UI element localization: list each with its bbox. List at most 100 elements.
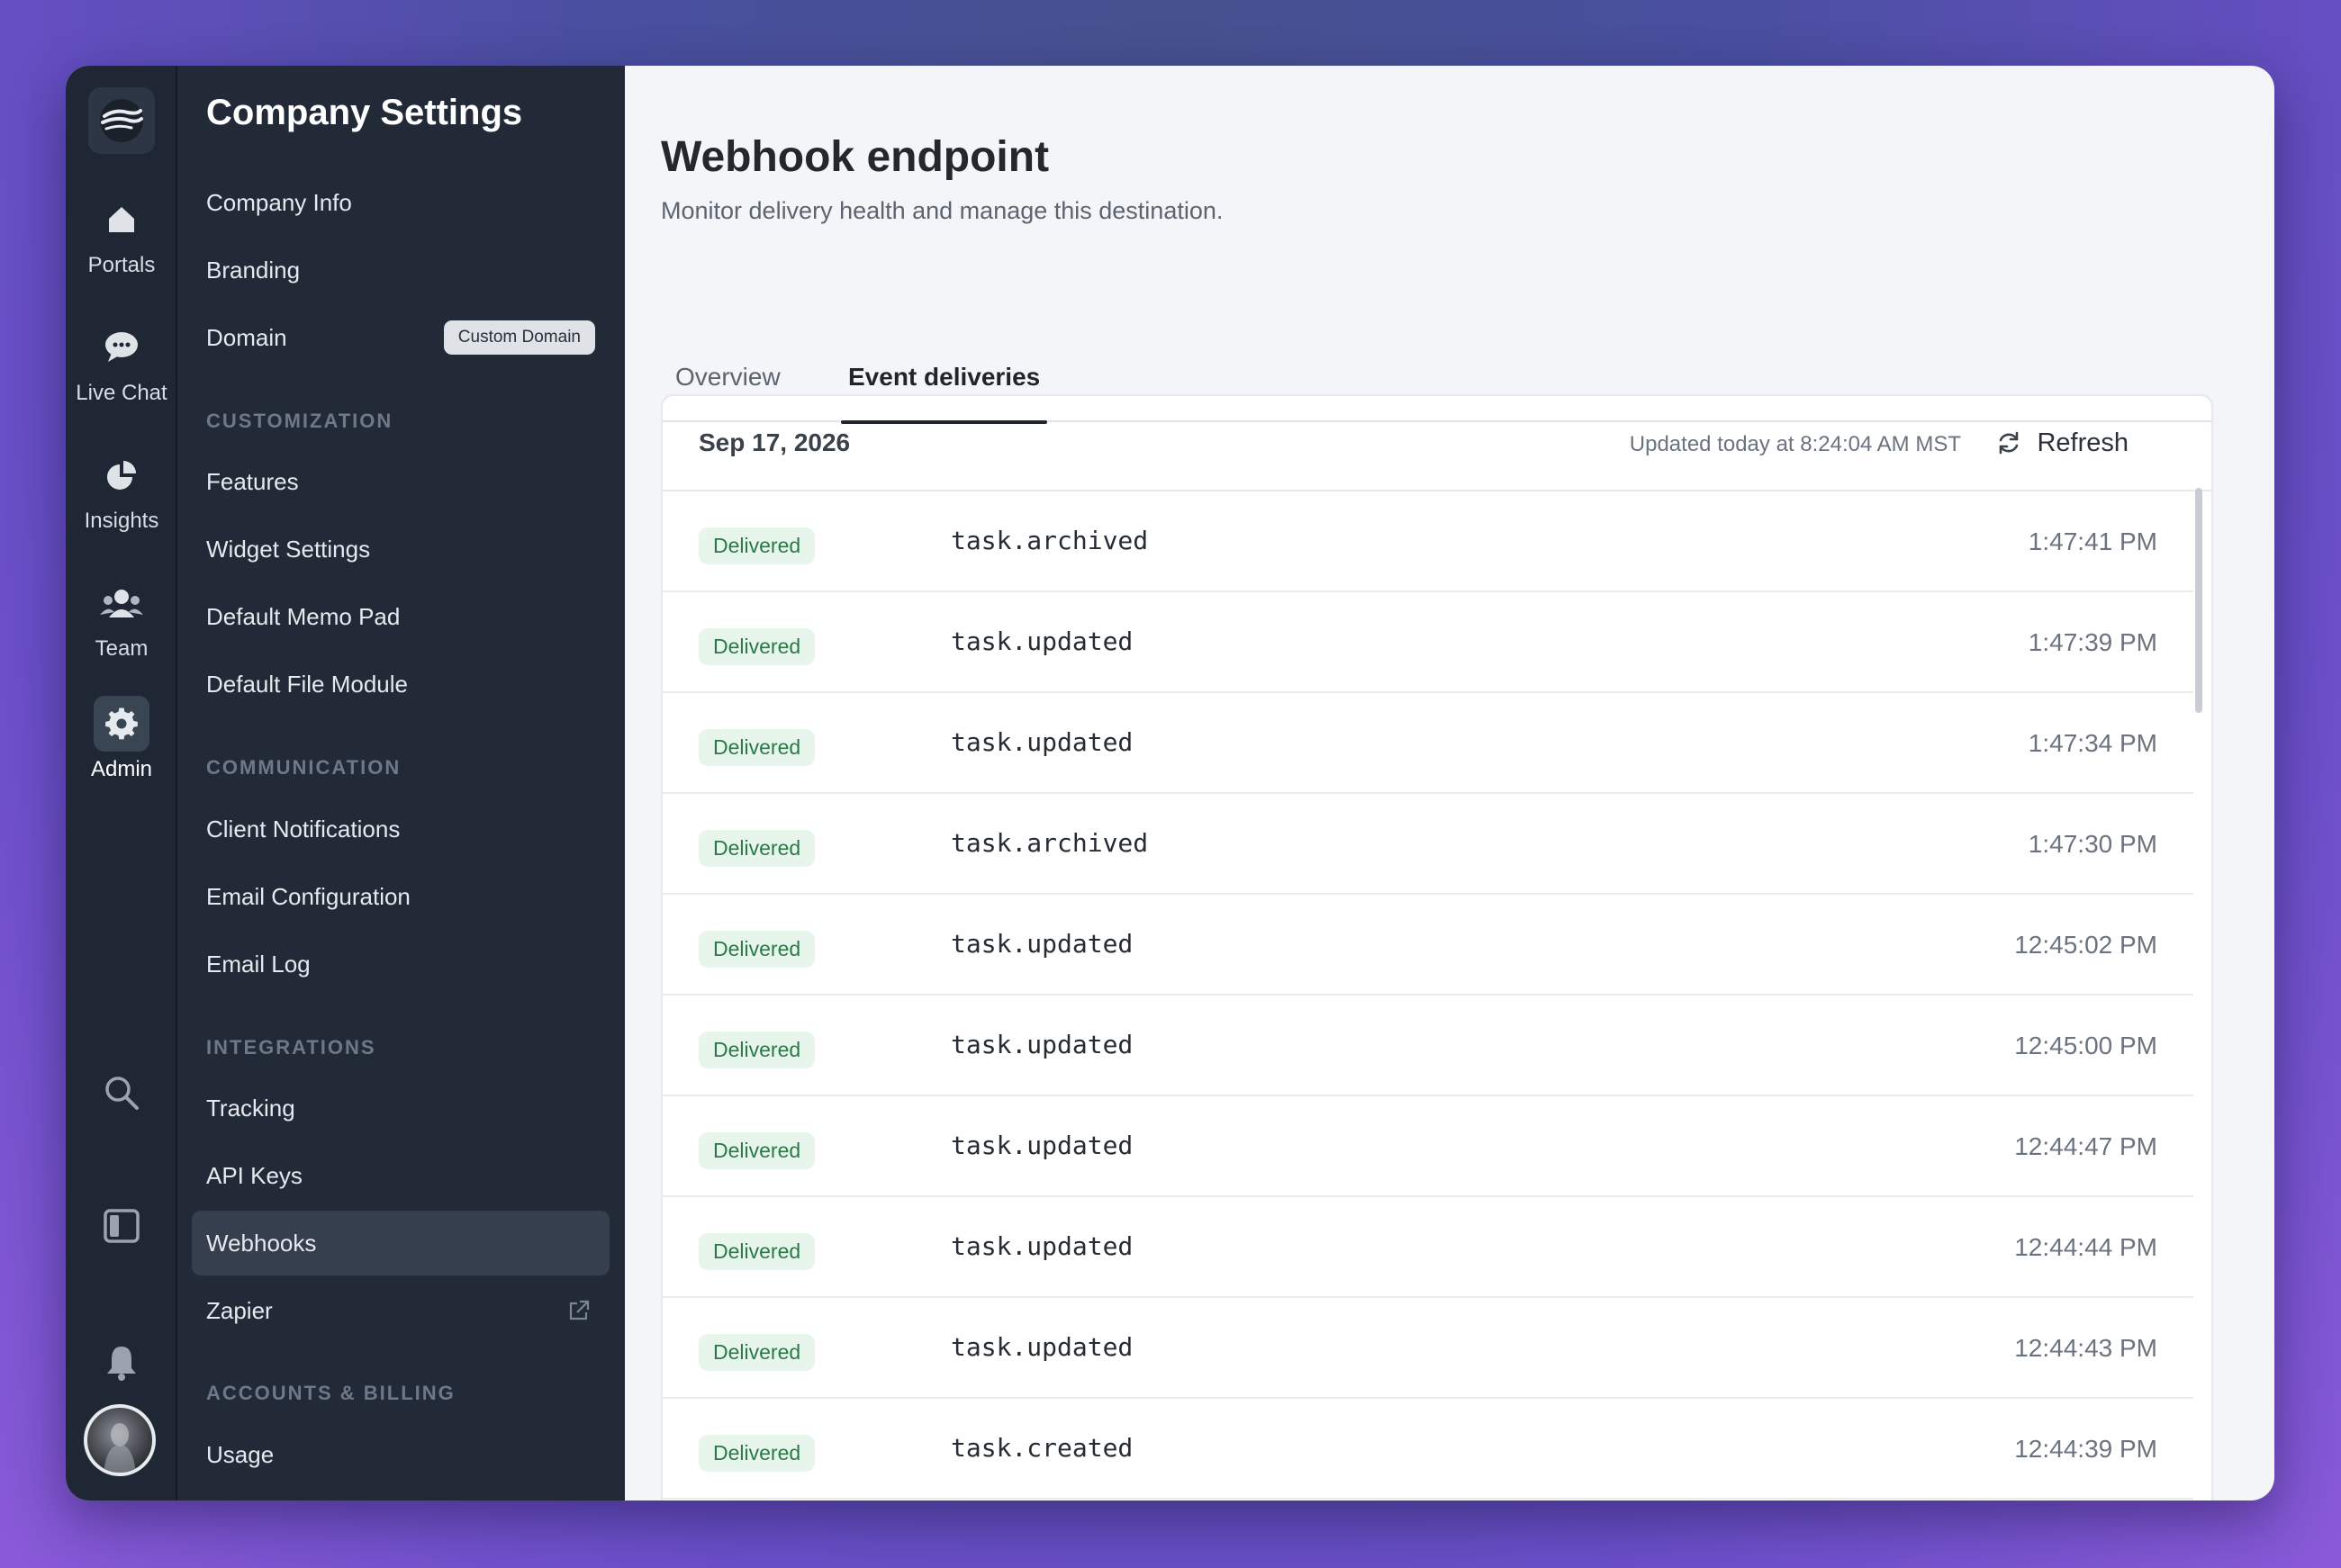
rail-label: Team [95,636,149,661]
sidebar-item-client-notifications[interactable]: Client Notifications [192,797,610,861]
event-name: task.updated [951,1131,1134,1160]
delivery-time: 1:47:30 PM [2028,830,2157,858]
sidebar-item-usage[interactable]: Usage [192,1422,610,1487]
delivery-time: 1:47:39 PM [2028,628,2157,656]
delivery-time: 12:44:47 PM [2014,1132,2157,1160]
sidebar-item-features[interactable]: Features [192,449,610,514]
pie-chart-icon [94,447,149,503]
toggle-sidebar-button[interactable] [94,1198,149,1254]
sidebar-item-domain[interactable]: Domain Custom Domain [192,305,610,370]
status-badge: Delivered [699,1435,816,1472]
sidebar-item-label: API Keys [206,1161,303,1189]
section-heading-customization: CUSTOMIZATION [206,410,393,432]
delivery-row[interactable]: Delivered task.updated 12:44:43 PM [663,1298,2193,1399]
sidebar-item-default-memo-pad[interactable]: Default Memo Pad [192,584,610,649]
last-updated-text: Updated today at 8:24:04 AM MST [1629,432,1961,456]
event-name: task.updated [951,1030,1134,1059]
sidebar-item-label: Features [206,467,299,495]
sidebar-item-label: Email Log [206,950,311,978]
delivery-row[interactable]: Delivered task.archived 1:47:41 PM [663,491,2193,592]
search-button[interactable] [94,1065,149,1121]
event-name: task.created [951,1433,1134,1463]
gear-icon [94,696,149,752]
sidebar-item-label: Client Notifications [206,815,401,843]
app-window: Portals Live Chat Insights Team Admin Co… [66,66,2274,1500]
sidebar-item-email-log[interactable]: Email Log [192,932,610,996]
sidebar-item-widget-settings[interactable]: Widget Settings [192,517,610,581]
notifications-button[interactable] [94,1335,149,1391]
sidebar-item-label: Widget Settings [206,535,371,563]
rail-label: Portals [87,253,156,277]
rail-label: Live Chat [76,381,167,405]
section-heading-communication: COMMUNICATION [206,756,402,779]
tab-overview[interactable]: Overview [668,336,788,422]
user-avatar[interactable] [84,1404,156,1476]
delivery-row[interactable]: Delivered task.created 12:44:39 PM [663,1399,2193,1500]
delivery-row[interactable]: Delivered task.updated 12:44:47 PM [663,1096,2193,1197]
chat-bubble-icon [94,320,149,375]
sidebar-item-api-keys[interactable]: API Keys [192,1143,610,1208]
custom-domain-badge: Custom Domain [443,320,595,355]
icon-rail: Portals Live Chat Insights Team Admin [66,66,177,1500]
delivery-row[interactable]: Delivered task.updated 12:44:44 PM [663,1197,2193,1298]
status-badge: Delivered [699,1233,816,1270]
delivery-row[interactable]: Delivered task.archived 1:47:30 PM [663,794,2193,895]
event-deliveries-card: Sep 17, 2026 Updated today at 8:24:04 AM… [661,394,2213,1500]
delivery-time: 12:44:44 PM [2014,1233,2157,1261]
deliveries-list: Delivered task.archived 1:47:41 PM Delivere… [663,491,2193,1500]
event-name: task.archived [951,828,1149,858]
home-icon [94,192,149,248]
delivery-row[interactable]: Delivered task.updated 12:45:00 PM [663,996,2193,1096]
sidebar-item-label: Branding [206,256,301,284]
sidebar-title: Company Settings [206,93,523,132]
delivery-row[interactable]: Delivered task.updated 12:45:02 PM [663,895,2193,996]
sidebar-item-label: Usage [206,1440,275,1468]
status-badge: Delivered [699,1032,816,1068]
event-name: task.archived [951,526,1149,555]
sidebar-item-default-file-module[interactable]: Default File Module [192,652,610,716]
refresh-label: Refresh [2037,428,2129,457]
app-logo[interactable] [88,87,155,154]
external-link-icon [569,1300,590,1320]
rail-item-team[interactable]: Team [66,575,177,662]
main-content: Webhook endpoint Monitor delivery health… [625,66,2274,1500]
sidebar-item-label: Webhooks [206,1229,317,1257]
event-name: task.updated [951,1231,1134,1261]
tab-event-deliveries[interactable]: Event deliveries [841,336,1048,424]
status-badge: Delivered [699,830,816,867]
event-name: task.updated [951,1332,1134,1362]
sidebar-item-tracking[interactable]: Tracking [192,1076,610,1140]
delivery-row[interactable]: Delivered task.updated 1:47:39 PM [663,592,2193,693]
rail-item-portals[interactable]: Portals [66,192,177,278]
sidebar-item-label: Default File Module [206,670,408,698]
rail-item-insights[interactable]: Insights [66,447,177,534]
delivery-row[interactable]: Delivered task.updated 1:47:34 PM [663,693,2193,794]
tab-label: Overview [675,363,781,391]
team-icon [94,575,149,631]
sidebar-panel-icon [104,1209,140,1243]
refresh-button[interactable]: Refresh [1995,423,2129,463]
sidebar-item-label: Zapier [206,1296,273,1324]
status-badge: Delivered [699,1334,816,1371]
sidebar-item-company-info[interactable]: Company Info [192,170,610,235]
settings-sidebar: Company Settings Company Info Branding D… [177,66,625,1500]
status-badge: Delivered [699,1132,816,1169]
sidebar-item-webhooks[interactable]: Webhooks [192,1211,610,1275]
rail-item-admin[interactable]: Admin [66,696,177,782]
delivery-time: 12:45:02 PM [2014,931,2157,959]
refresh-icon [2000,431,2019,455]
event-name: task.updated [951,727,1134,757]
list-scrollbar[interactable] [2195,488,2202,713]
rail-label: Insights [84,509,159,533]
sidebar-item-zapier[interactable]: Zapier [192,1278,610,1343]
rail-item-live-chat[interactable]: Live Chat [66,320,177,406]
bell-icon [107,1347,136,1381]
sidebar-item-label: Tracking [206,1094,295,1122]
event-name: task.updated [951,929,1134,959]
sidebar-item-email-configuration[interactable]: Email Configuration [192,864,610,929]
tab-bar: Overview Event deliveries [661,336,2213,424]
sidebar-item-label: Default Memo Pad [206,602,401,630]
delivery-time: 12:45:00 PM [2014,1032,2157,1059]
status-badge: Delivered [699,628,816,665]
sidebar-item-branding[interactable]: Branding [192,238,610,302]
